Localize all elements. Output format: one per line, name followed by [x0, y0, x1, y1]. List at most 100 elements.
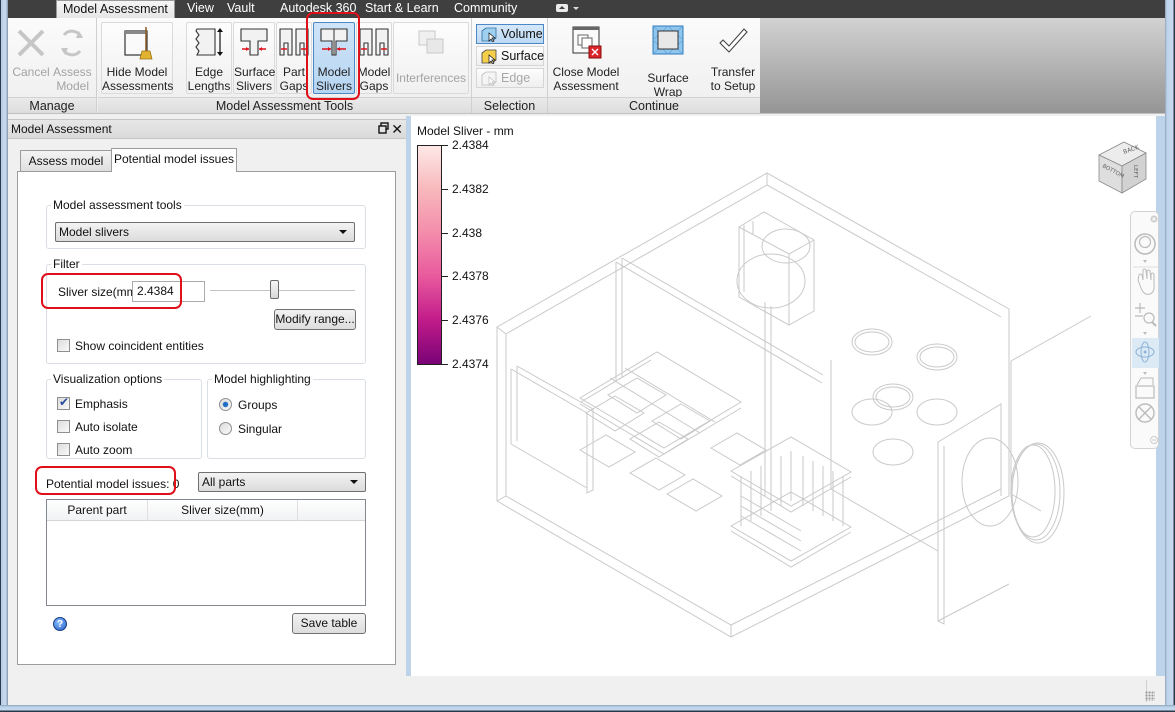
- model-highlighting-legend: Model highlighting: [214, 372, 311, 386]
- tab-start-learn[interactable]: Start & Learn: [359, 0, 445, 18]
- modify-range-button[interactable]: Modify range...: [274, 309, 356, 330]
- dropdown-arrow-icon: [350, 480, 358, 484]
- surface-slivers-button[interactable]: Surface Slivers: [233, 22, 275, 94]
- issues-table: Parent part Sliver size(mm): [46, 499, 366, 606]
- surface-wrap-icon: [652, 25, 684, 55]
- look-at-icon[interactable]: [1135, 377, 1155, 399]
- column-header-sliver-size[interactable]: Sliver size(mm): [148, 500, 298, 521]
- emphasis-checkbox[interactable]: [57, 395, 70, 410]
- surface-wrap-label: Surface Wrap: [647, 71, 689, 99]
- help-icon[interactable]: ?: [53, 617, 67, 631]
- volume-cube-icon: [481, 27, 497, 42]
- chevron-down-icon[interactable]: [1143, 260, 1147, 263]
- edge-selection-button[interactable]: Edge: [476, 68, 544, 88]
- transfer-to-setup-button[interactable]: Transfer to Setup: [708, 22, 758, 94]
- auto-isolate-label: Auto isolate: [75, 420, 138, 434]
- ribbon-tab-bar: Model Assessment View Vault Autodesk 360…: [8, 0, 1165, 18]
- viewcube[interactable]: BACK BOTTOM LEFT: [1094, 137, 1150, 197]
- parts-filter-dropdown[interactable]: All parts: [198, 472, 366, 492]
- assessment-tool-dropdown[interactable]: Model slivers: [55, 222, 355, 242]
- zoom-icon[interactable]: [1135, 303, 1157, 327]
- resize-grip[interactable]: [1145, 691, 1155, 701]
- sliver-size-slider-track[interactable]: [210, 290, 355, 292]
- window-frame-left: [0, 0, 8, 712]
- surface-wrap-button[interactable]: Surface Wrap: [632, 22, 704, 99]
- potential-issues-count: Potential model issues: 0: [46, 477, 180, 491]
- tab-autodesk-360[interactable]: Autodesk 360: [274, 0, 362, 18]
- show-coincident-entities-label: Show coincident entities: [75, 339, 204, 353]
- model-assessment-panel: Model Assessment ✕ Assess model Potentia…: [8, 116, 406, 683]
- cancel-x-icon: [17, 29, 45, 57]
- chevron-down-icon[interactable]: [1143, 372, 1147, 375]
- model-slivers-icon: [320, 28, 348, 56]
- panel-title: Model Assessment: [11, 122, 112, 136]
- surface-slivers-icon: [240, 28, 268, 56]
- interferences-button[interactable]: Interferences: [393, 22, 469, 94]
- auto-zoom-checkbox[interactable]: [57, 443, 70, 456]
- edge-lengths-button[interactable]: Edge Lengths: [186, 22, 232, 94]
- refresh-icon: [61, 29, 83, 57]
- show-coincident-entities-checkbox[interactable]: [57, 339, 70, 352]
- tab-potential-model-issues[interactable]: Potential model issues: [111, 148, 237, 172]
- restore-window-icon[interactable]: [378, 122, 389, 134]
- group-label-continue: Continue: [548, 97, 760, 114]
- parts-filter-selected: All parts: [202, 475, 246, 489]
- hide-model-assessments-button[interactable]: Hide Model Assessments: [101, 22, 173, 94]
- broom-sheet-icon: [124, 27, 153, 60]
- dropdown-arrow-icon: [339, 230, 347, 234]
- wireframe-model: [496, 172, 1092, 638]
- volume-selection-button[interactable]: Volume: [476, 24, 544, 44]
- part-gaps-button[interactable]: Part Gaps: [276, 22, 312, 94]
- filter-legend: Filter: [53, 257, 80, 271]
- center-icon[interactable]: [1135, 403, 1155, 423]
- tab-community[interactable]: Community: [448, 0, 523, 18]
- ribbon-group-manage: Cancel Assess Model Manage: [8, 18, 97, 114]
- part-gaps-icon: [279, 28, 309, 56]
- tab-model-assessment[interactable]: Model Assessment: [56, 0, 175, 18]
- checkmark-icon: [719, 28, 748, 53]
- hide-model-assessments-label: Hide Model Assessments: [102, 65, 174, 93]
- emphasis-label: Emphasis: [75, 397, 128, 411]
- volume-label: Volume: [501, 27, 543, 41]
- close-model-assessment-button[interactable]: Close Model Assessment: [550, 22, 622, 94]
- cancel-button[interactable]: Cancel: [11, 22, 51, 94]
- issues-table-header: Parent part Sliver size(mm): [47, 500, 365, 521]
- sliver-size-slider-thumb[interactable]: [270, 280, 280, 299]
- column-header-parent-part[interactable]: Parent part: [47, 500, 148, 521]
- save-table-button[interactable]: Save table: [292, 613, 366, 634]
- groups-radio[interactable]: [219, 398, 232, 411]
- visualization-options-legend: Visualization options: [53, 372, 163, 386]
- assess-model-button[interactable]: Assess Model: [52, 22, 92, 94]
- ribbon-minimize-toggle[interactable]: [556, 4, 582, 14]
- tab-view[interactable]: View: [181, 0, 220, 18]
- surface-selection-button[interactable]: Surface: [476, 46, 544, 66]
- interferences-icon: [418, 30, 444, 54]
- navigation-bar: [1130, 211, 1159, 449]
- model-slivers-label: Model Slivers: [315, 65, 352, 93]
- model-gaps-button[interactable]: Model Gaps: [356, 22, 392, 94]
- graphics-viewport[interactable]: Model Sliver - mm 2.4384 2.4382 2.438 2.437…: [411, 116, 1159, 676]
- close-panel-icon[interactable]: ✕: [391, 120, 403, 138]
- navbar-options-icon[interactable]: [1150, 436, 1158, 444]
- cancel-label: Cancel: [12, 65, 50, 79]
- navbar-close-icon[interactable]: [1150, 215, 1158, 223]
- auto-isolate-checkbox[interactable]: [57, 420, 70, 433]
- minimize-ribbon-icon: [556, 4, 568, 12]
- pan-hand-icon[interactable]: [1137, 268, 1155, 295]
- viewcube-face-left[interactable]: LEFT: [1132, 165, 1138, 179]
- model-gaps-label: Model Gaps: [357, 65, 391, 93]
- sliver-size-label: Sliver size(mm): [58, 285, 141, 299]
- steering-wheel-icon[interactable]: [1134, 233, 1156, 255]
- potential-issues-tab-body: Model assessment tools Model slivers Fil…: [17, 171, 396, 665]
- sliver-size-input[interactable]: 2.4384: [132, 281, 205, 302]
- tab-vault[interactable]: Vault: [221, 0, 261, 18]
- tab-assess-model[interactable]: Assess model: [20, 150, 112, 172]
- transfer-to-setup-label: Transfer to Setup: [710, 65, 756, 93]
- chevron-down-icon[interactable]: [1143, 332, 1147, 335]
- model-slivers-button[interactable]: Model Slivers: [313, 22, 355, 94]
- window-frame-right: [1165, 0, 1175, 712]
- ribbon-group-model-assessment-tools: Hide Model Assessments Edge Lengths Surf…: [98, 18, 472, 114]
- panel-header: Model Assessment ✕: [8, 119, 406, 139]
- singular-radio[interactable]: [219, 422, 232, 435]
- assessment-tool-selected: Model slivers: [59, 225, 130, 239]
